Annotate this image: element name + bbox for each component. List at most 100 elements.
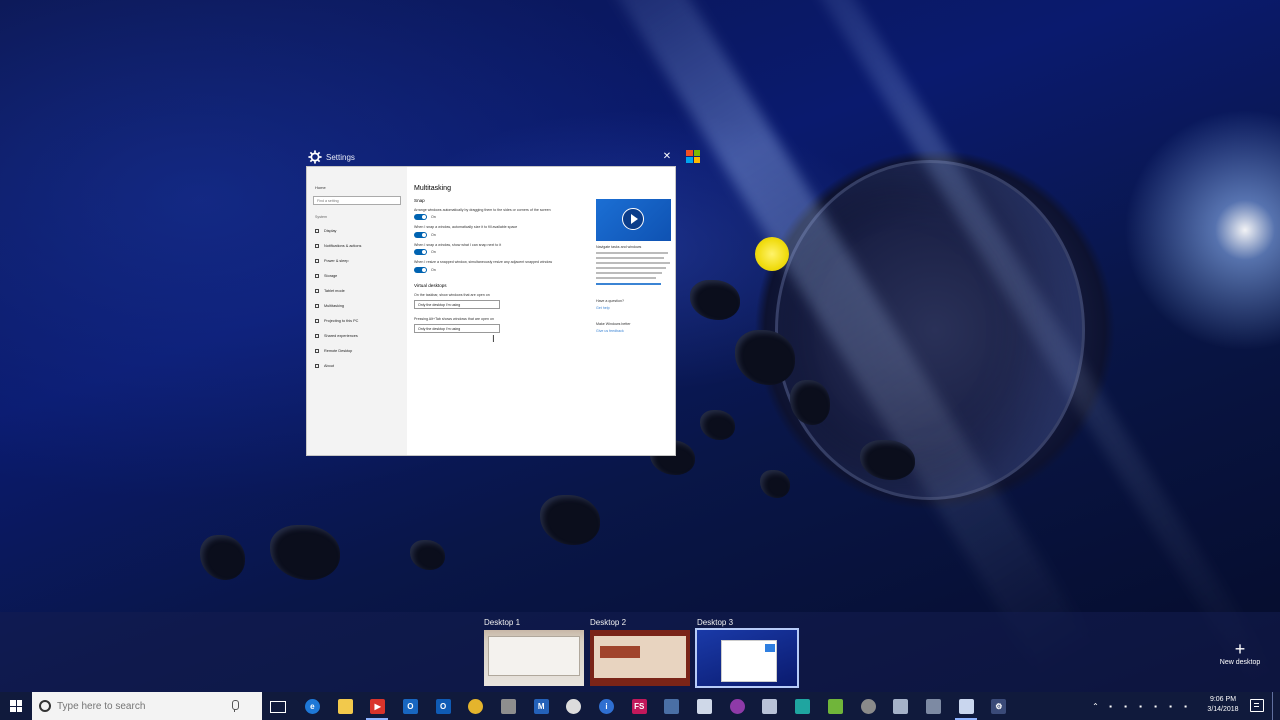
desktop-preview[interactable]	[484, 630, 584, 686]
snap-toggle[interactable]: On	[414, 231, 589, 238]
plus-icon: +	[1234, 639, 1246, 659]
nav-item-about[interactable]: About	[313, 358, 401, 373]
desktop-thumbnail-1[interactable]: Desktop 1	[484, 618, 584, 686]
task-view-button[interactable]	[266, 692, 288, 720]
taskbar-windows-dropdown[interactable]: Only the desktop I'm using	[414, 300, 500, 310]
taskbar-app-button[interactable]: O	[427, 692, 460, 720]
snap-toggle[interactable]: On	[414, 214, 589, 221]
feedback-link[interactable]: Give us feedback	[596, 329, 671, 333]
taskbar-app-button[interactable]	[459, 692, 492, 720]
file-explorer-icon	[337, 698, 353, 714]
desktop-preview[interactable]	[590, 630, 690, 686]
storage-icon	[315, 273, 319, 278]
text-cursor-icon: I	[492, 334, 495, 345]
outlook-alt-icon: O	[435, 698, 451, 714]
snap-toggle[interactable]: On	[414, 266, 589, 273]
doc-app-icon	[664, 698, 680, 714]
taskbar-app-button[interactable]	[917, 692, 950, 720]
taskbar-app-button[interactable]: i	[590, 692, 623, 720]
chrome-icon	[468, 698, 484, 714]
show-desktop-button[interactable]	[1272, 692, 1280, 720]
settings-window-caption[interactable]: Settings ✕	[306, 148, 676, 166]
presentation-app-icon: ▶	[370, 698, 386, 714]
cortana-icon[interactable]	[39, 700, 51, 712]
taskbar-app-button[interactable]: ▶	[361, 692, 394, 720]
tray-icon-5[interactable]: ▪	[1163, 692, 1178, 720]
taskbar-app-button[interactable]: M	[525, 692, 558, 720]
tray-icon-6[interactable]: ▪	[1178, 692, 1193, 720]
tool-app-icon	[893, 698, 909, 714]
taskbar-app-button[interactable]	[656, 692, 689, 720]
taskbar-app-button[interactable]	[688, 692, 721, 720]
nav-item-storage[interactable]: Storage	[313, 268, 401, 283]
taskbar-app-button[interactable]: ⚙	[982, 692, 1015, 720]
taskbar-app-button[interactable]	[329, 692, 362, 720]
taskbar-app-button[interactable]	[558, 692, 591, 720]
desktop-thumbnail-2[interactable]: Desktop 2	[590, 618, 690, 686]
taskbar-app-button[interactable]	[721, 692, 754, 720]
desktop-thumbnail-3[interactable]: Desktop 3	[695, 618, 799, 688]
nav-item-label: About	[324, 363, 334, 368]
desktop-label: Desktop 3	[697, 618, 734, 627]
nav-item-notifications[interactable]: Notifications & actions	[313, 238, 401, 253]
clock[interactable]: 9:06 PM 3/14/2018	[1198, 695, 1248, 715]
tray-icon-4[interactable]: ▪	[1148, 692, 1163, 720]
nav-item-power[interactable]: Power & sleep	[313, 253, 401, 268]
taskbar-app-button[interactable]	[950, 692, 983, 720]
settings-side-panel: Navigate tasks and windows Have a questi…	[596, 199, 671, 336]
find-setting-input[interactable]: Find a setting	[313, 196, 401, 205]
outlook-icon: O	[402, 698, 418, 714]
microphone-icon[interactable]	[231, 700, 239, 712]
toggle-switch[interactable]	[414, 266, 427, 273]
mouse-pointer-highlight	[755, 237, 789, 271]
nav-item-display[interactable]: Display	[313, 223, 401, 238]
taskbar-app-button[interactable]: O	[394, 692, 427, 720]
toggle-switch[interactable]	[414, 214, 427, 221]
nav-item-label: Notifications & actions	[324, 243, 362, 248]
taskbar-app-button[interactable]	[786, 692, 819, 720]
get-help-link[interactable]: Get help	[596, 306, 671, 310]
taskbar-app-button[interactable]: FS	[623, 692, 656, 720]
taskbar-app-button[interactable]	[852, 692, 885, 720]
toggle-switch[interactable]	[414, 249, 427, 256]
nav-item-label: Tablet mode	[324, 288, 345, 293]
new-desktop-button[interactable]: + New desktop	[1208, 640, 1272, 666]
action-center-icon[interactable]	[1250, 699, 1264, 712]
phone-app-icon	[925, 698, 941, 714]
nav-item-shared[interactable]: Shared experiences	[313, 328, 401, 343]
snap-option-text: When I snap a window, show what I can sn…	[414, 242, 502, 247]
nav-item-multitasking[interactable]: Multitasking	[313, 298, 401, 313]
clock-time: 9:06 PM	[1209, 696, 1237, 703]
tray-chevron-icon[interactable]: ⌃	[1088, 692, 1103, 720]
nav-item-label: Display	[324, 228, 337, 233]
toggle-switch[interactable]	[414, 231, 427, 238]
notifications-icon	[315, 243, 319, 248]
video-description	[596, 252, 671, 279]
nav-item-remote-desktop[interactable]: Remote Desktop	[313, 343, 401, 358]
start-button[interactable]	[0, 692, 32, 720]
taskbar-app-button[interactable]	[819, 692, 852, 720]
close-icon[interactable]: ✕	[660, 150, 674, 164]
taskbar-app-button[interactable]	[884, 692, 917, 720]
tray-icon-1[interactable]: ▪	[1103, 692, 1118, 720]
cloud-app-icon	[697, 698, 713, 714]
taskbar-app-button[interactable]: e	[296, 692, 329, 720]
taskbar-app-button[interactable]	[492, 692, 525, 720]
nav-home[interactable]: Home	[315, 185, 401, 190]
alt-tab-dropdown[interactable]: Only the desktop I'm using	[414, 324, 500, 334]
nav-item-projecting[interactable]: Projecting to this PC	[313, 313, 401, 328]
snap-toggle[interactable]: On	[414, 249, 589, 256]
search-input[interactable]	[57, 700, 227, 712]
video-thumbnail[interactable]	[596, 199, 671, 241]
gear-app-icon: ⚙	[991, 698, 1007, 714]
learn-more-link[interactable]	[596, 283, 661, 285]
taskbar-search-box[interactable]	[32, 692, 262, 720]
play-icon[interactable]	[622, 208, 644, 230]
tray-icon-2[interactable]: ▪	[1118, 692, 1133, 720]
settings-window-thumbnail[interactable]: Home Find a setting System Display Notif…	[306, 166, 676, 456]
nav-item-tablet-mode[interactable]: Tablet mode	[313, 283, 401, 298]
tray-icon-3[interactable]: ▪	[1133, 692, 1148, 720]
desktop-preview[interactable]	[695, 628, 799, 688]
taskbar-app-button[interactable]	[754, 692, 787, 720]
page-title: Multitasking	[414, 185, 451, 192]
